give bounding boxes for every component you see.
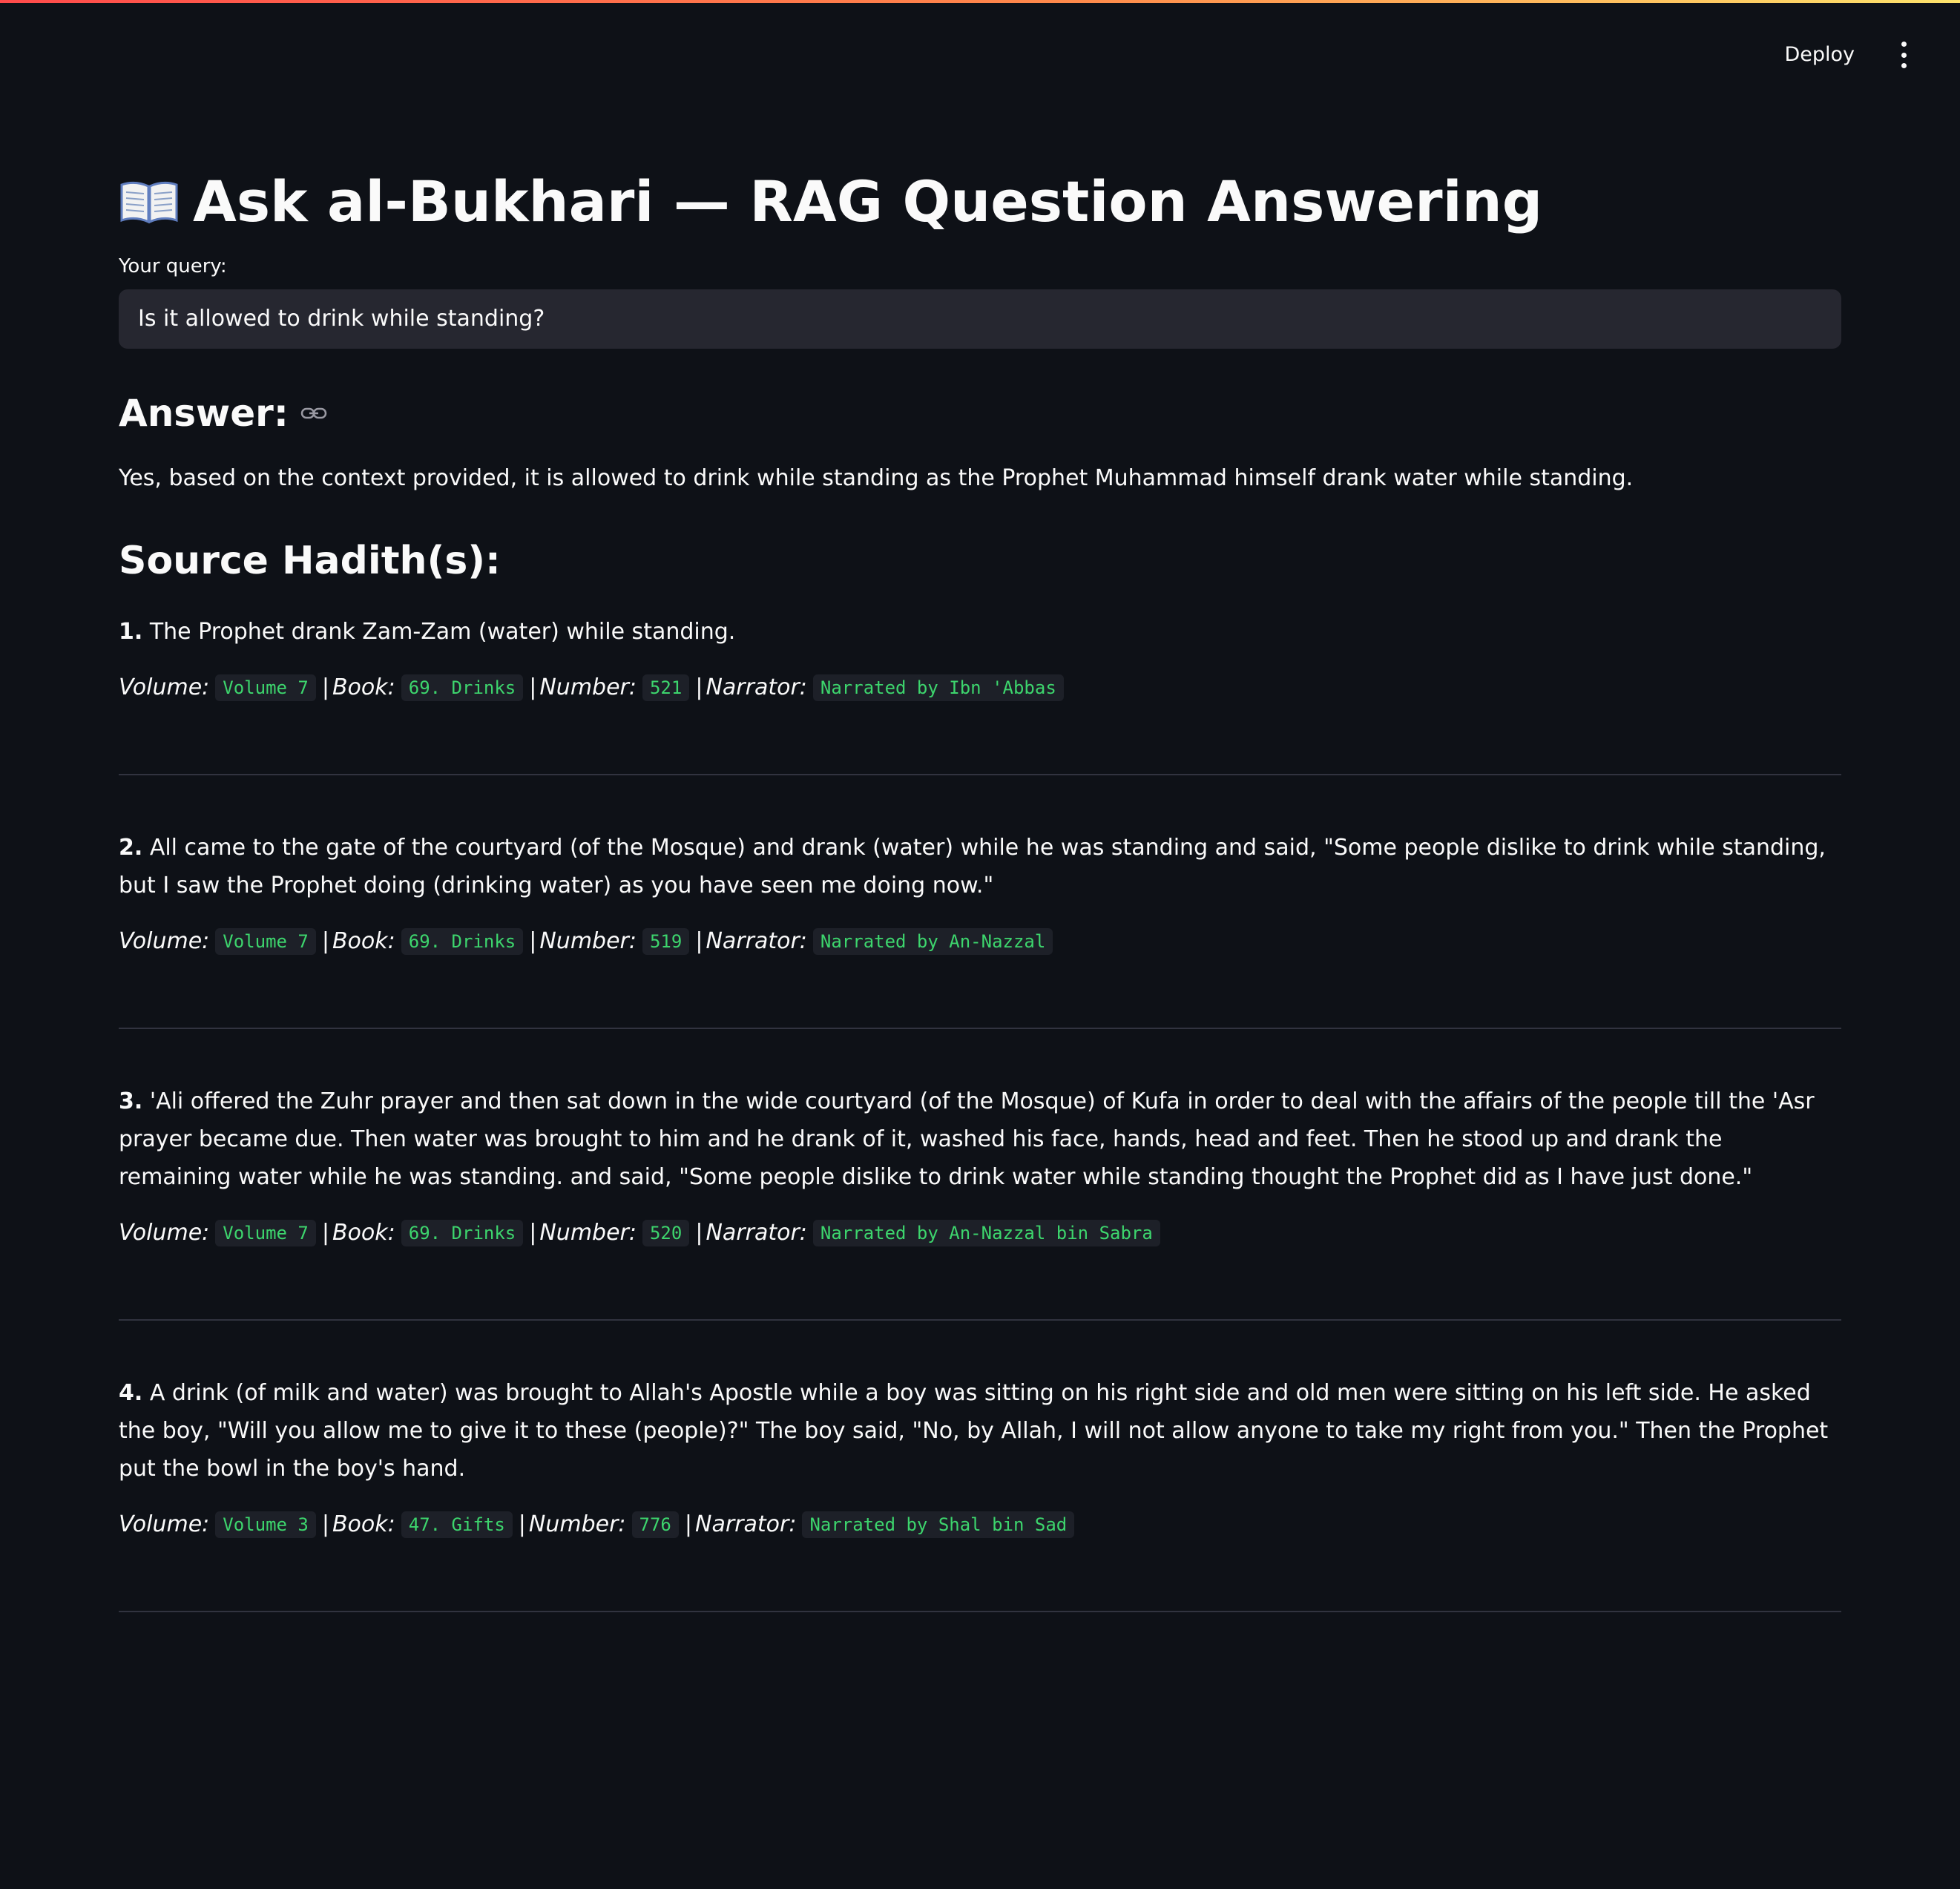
link-icon[interactable] [300, 406, 327, 421]
hadith-item: 2. All came to the gate of the courtyard… [119, 829, 1841, 1029]
separator: | [684, 1511, 692, 1538]
book-label: Book: [332, 1511, 395, 1538]
number-label: Number: [539, 928, 637, 955]
separator: | [321, 1511, 329, 1538]
number-value: 520 [642, 1219, 690, 1246]
volume-label: Volume: [119, 674, 210, 701]
hadith-body: A drink (of milk and water) was brought … [119, 1379, 1829, 1482]
separator: | [695, 1220, 703, 1246]
narrator-value: Narrated by Shal bin Sad [802, 1511, 1075, 1538]
hadith-text: 1. The Prophet drank Zam-Zam (water) whi… [119, 613, 1841, 651]
more-vert-icon[interactable] [1899, 42, 1908, 68]
deploy-button[interactable]: Deploy [1775, 37, 1864, 72]
hadith-meta: Volume: Volume 7 | Book: 69. Drinks | Nu… [119, 674, 1841, 701]
separator: | [695, 674, 703, 701]
divider [119, 773, 1841, 775]
volume-label: Volume: [119, 928, 210, 955]
hadith-body: All came to the gate of the courtyard (o… [119, 834, 1826, 898]
hadith-body: 'Ali offered the Zuhr prayer and then sa… [119, 1088, 1815, 1190]
separator: | [321, 674, 329, 701]
book-value: 69. Drinks [401, 674, 524, 701]
hadith-text: 3. 'Ali offered the Zuhr prayer and then… [119, 1083, 1841, 1196]
narrator-label: Narrator: [706, 928, 807, 955]
separator: | [321, 1220, 329, 1246]
hadith-index: 2. [119, 834, 143, 861]
volume-label: Volume: [119, 1511, 210, 1538]
answer-heading-text: Answer: [119, 391, 289, 435]
hadith-text: 4. A drink (of milk and water) was broug… [119, 1374, 1841, 1488]
narrator-value: Narrated by An-Nazzal [812, 927, 1053, 955]
hadith-index: 3. [119, 1088, 143, 1114]
narrator-value: Narrated by An-Nazzal bin Sabra [812, 1219, 1160, 1246]
separator: | [529, 1220, 537, 1246]
narrator-label: Narrator: [695, 1511, 797, 1538]
number-value: 519 [642, 927, 690, 955]
page-title-text: Ask al-Bukhari — RAG Question Answering [193, 168, 1543, 234]
answer-heading: Answer: [119, 392, 1841, 435]
hadith-index: 1. [119, 618, 143, 645]
open-book-icon [120, 181, 178, 224]
book-label: Book: [332, 1220, 395, 1246]
hadith-item: 4. A drink (of milk and water) was broug… [119, 1374, 1841, 1612]
number-value: 776 [631, 1511, 679, 1538]
volume-value: Volume 7 [215, 927, 316, 955]
narrator-value: Narrated by Ibn 'Abbas [812, 674, 1064, 701]
number-label: Number: [528, 1511, 626, 1538]
app-header: Deploy [0, 0, 1960, 104]
narrator-label: Narrator: [706, 674, 807, 701]
separator: | [518, 1511, 526, 1538]
page-title: Ask al-Bukhari — RAG Question Answering [119, 171, 1841, 233]
book-label: Book: [332, 928, 395, 955]
separator: | [695, 928, 703, 955]
book-value: 69. Drinks [401, 1219, 524, 1246]
number-label: Number: [539, 1220, 637, 1246]
hadith-item: 3. 'Ali offered the Zuhr prayer and then… [119, 1083, 1841, 1321]
query-label: Your query: [119, 254, 227, 277]
book-value: 47. Gifts [401, 1511, 513, 1538]
separator: | [529, 674, 537, 701]
volume-value: Volume 7 [215, 674, 316, 701]
divider [119, 1027, 1841, 1029]
hadith-meta: Volume: Volume 3 | Book: 47. Gifts | Num… [119, 1511, 1841, 1538]
hadith-item: 1. The Prophet drank Zam-Zam (water) whi… [119, 613, 1841, 775]
hadith-text: 2. All came to the gate of the courtyard… [119, 829, 1841, 904]
narrator-label: Narrator: [706, 1220, 807, 1246]
separator: | [321, 928, 329, 955]
number-value: 521 [642, 674, 690, 701]
main-content: Ask al-Bukhari — RAG Question Answering … [119, 171, 1841, 1612]
book-label: Book: [332, 674, 395, 701]
separator: | [529, 928, 537, 955]
number-label: Number: [539, 674, 637, 701]
divider [119, 1318, 1841, 1321]
hadith-meta: Volume: Volume 7 | Book: 69. Drinks | Nu… [119, 1219, 1841, 1246]
hadith-index: 4. [119, 1379, 143, 1406]
hadith-body: The Prophet drank Zam-Zam (water) while … [149, 618, 736, 645]
volume-value: Volume 3 [215, 1511, 316, 1538]
query-input[interactable] [119, 289, 1841, 349]
sources-heading: Source Hadith(s): [119, 538, 501, 583]
divider [119, 1610, 1841, 1612]
answer-text: Yes, based on the context provided, it i… [119, 464, 1634, 491]
volume-label: Volume: [119, 1220, 210, 1246]
book-value: 69. Drinks [401, 927, 524, 955]
volume-value: Volume 7 [215, 1219, 316, 1246]
hadith-meta: Volume: Volume 7 | Book: 69. Drinks | Nu… [119, 927, 1841, 955]
